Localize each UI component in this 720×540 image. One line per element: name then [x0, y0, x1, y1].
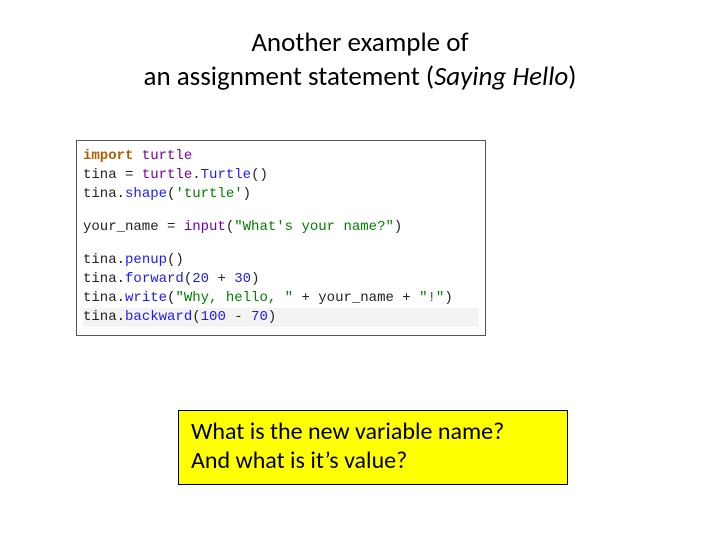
code-blank-1 — [83, 204, 479, 218]
title-line-1: Another example of — [251, 26, 468, 59]
title-line-2-italic: Saying Hello — [434, 60, 568, 93]
code-block: import turtle tina = turtle.Turtle() tin… — [76, 140, 486, 336]
title-line-2a: an assignment statement ( — [144, 60, 435, 93]
code-blank-2 — [83, 237, 479, 251]
code-line-5: tina.penup() — [83, 251, 479, 270]
callout-line-1: What is the new variable name? — [191, 417, 555, 446]
code-line-6: tina.forward(20 + 30) — [83, 270, 479, 289]
title-line-2-close: ) — [568, 60, 576, 93]
code-line-7: tina.write("Why, hello, " + your_name + … — [83, 289, 479, 308]
code-line-8: tina.backward(100 - 70) — [83, 308, 479, 327]
code-line-2: tina = turtle.Turtle() — [83, 166, 479, 185]
callout-line-2: And what is it’s value? — [191, 446, 555, 475]
slide-title: Another example of an assignment stateme… — [0, 0, 720, 94]
code-line-3: tina.shape('turtle') — [83, 185, 479, 204]
code-line-4: your_name = input("What's your name?") — [83, 218, 479, 237]
question-callout: What is the new variable name? And what … — [178, 410, 568, 485]
code-line-1: import turtle — [83, 147, 479, 166]
